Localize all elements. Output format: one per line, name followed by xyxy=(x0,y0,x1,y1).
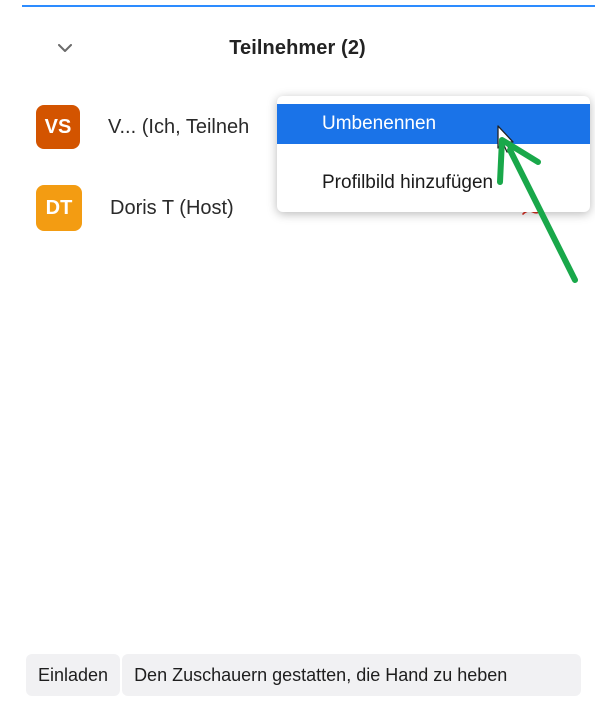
allow-raise-hand-label: Den Zuschauern gestatten, die Hand zu he… xyxy=(134,664,508,685)
invite-button[interactable]: Einladen xyxy=(26,654,121,696)
menu-item-rename[interactable]: Umbenennen xyxy=(277,104,590,144)
context-menu: Umbenennen Profilbild hinzufügen xyxy=(277,96,590,212)
avatar-initials: DT xyxy=(45,196,73,219)
avatar: VS xyxy=(36,105,80,149)
participant-name: Doris T (Host) xyxy=(110,196,234,219)
avatar-initials: VS xyxy=(44,115,72,138)
invite-button-label: Einladen xyxy=(38,664,109,685)
participant-name: V... (Ich, Teilneh xyxy=(108,115,250,138)
menu-item-label: Profilbild hinzufügen xyxy=(322,172,494,193)
allow-raise-hand-button[interactable]: Den Zuschauern gestatten, die Hand zu he… xyxy=(122,654,582,696)
top-divider xyxy=(22,5,595,7)
footer-bar: Einladen Den Zuschauern gestatten, die H… xyxy=(26,654,582,696)
avatar: DT xyxy=(36,185,82,231)
panel-title: Teilnehmer (2) xyxy=(229,37,366,59)
menu-item-label: Umbenennen xyxy=(322,113,437,134)
menu-item-add-profile-picture[interactable]: Profilbild hinzufügen xyxy=(277,163,590,203)
